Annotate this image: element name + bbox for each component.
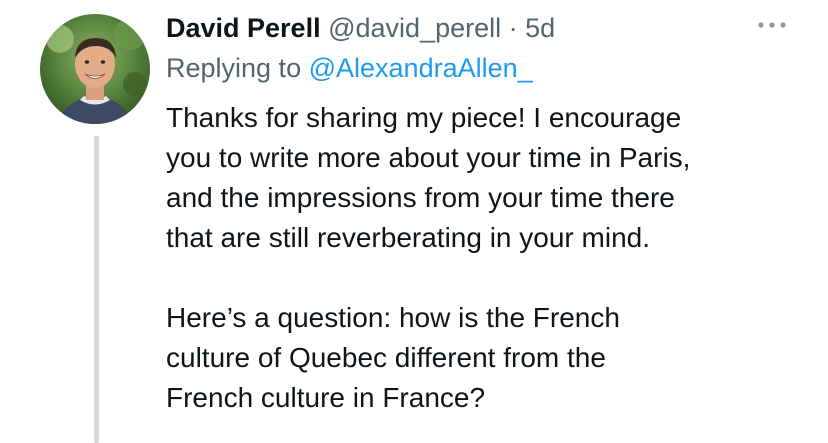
replying-to: Replying to @AlexandraAllen_ — [166, 48, 766, 88]
avatar-image — [40, 14, 150, 124]
tweet-timestamp[interactable]: 5d — [525, 13, 555, 43]
header-separator: · — [508, 13, 518, 43]
author-handle[interactable]: @david_perell — [328, 13, 501, 43]
tweet-header: David Perell @david_perell · 5d — [166, 8, 766, 48]
replying-to-label: Replying to — [166, 53, 302, 83]
more-horizontal-icon — [758, 22, 786, 28]
tweet[interactable]: David Perell @david_perell · 5d Replying… — [0, 0, 828, 443]
avatar[interactable] — [40, 14, 150, 124]
thread-line — [94, 136, 99, 443]
more-options-button[interactable] — [752, 10, 792, 40]
author-display-name[interactable]: David Perell — [166, 13, 321, 43]
tweet-left-column — [40, 14, 150, 443]
tweet-content: David Perell @david_perell · 5d Replying… — [166, 8, 766, 418]
reply-mention-link[interactable]: @AlexandraAllen_ — [309, 53, 533, 83]
tweet-text: Thanks for sharing my piece! I encourage… — [166, 102, 691, 413]
